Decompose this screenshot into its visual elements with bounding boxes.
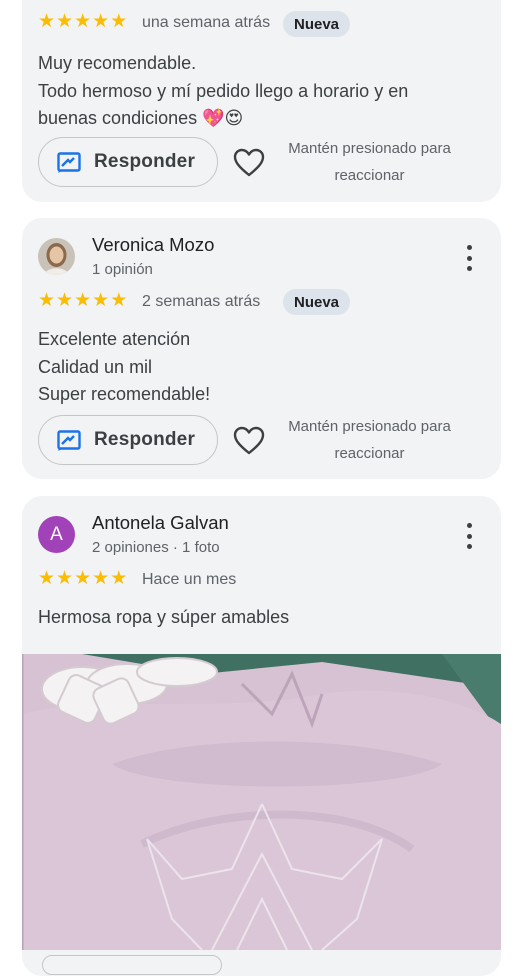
- more-dot: [466, 533, 472, 539]
- avatar[interactable]: [38, 238, 75, 275]
- more-vert-icon[interactable]: [459, 243, 479, 273]
- star-icon: ★: [74, 568, 92, 589]
- review-text: Excelente atención Calidad un mil Super …: [38, 326, 210, 409]
- review-text-line: Todo hermoso y mí pedido llego a horario…: [38, 80, 409, 101]
- reviewer-name[interactable]: Antonela Galvan: [92, 512, 229, 534]
- more-vert-icon[interactable]: [459, 521, 479, 551]
- new-badge: Nueva: [283, 11, 351, 37]
- avatar-letter: A: [50, 523, 63, 545]
- review-text-line: Muy recomendable.: [38, 53, 197, 73]
- rating-stars: ★ ★ ★ ★ ★: [38, 12, 128, 31]
- reviewer-name[interactable]: Veronica Mozo: [92, 234, 214, 256]
- reaction-hint-line: Mantén presionado para: [288, 418, 451, 435]
- star-icon: ★: [74, 11, 92, 32]
- star-icon: ★: [110, 290, 128, 311]
- heart-icon[interactable]: [233, 426, 265, 456]
- review-card-2: Veronica Mozo 1 opinión ★ ★ ★ ★ ★ 2 sema…: [22, 218, 501, 479]
- review-text: Muy recomendable. Todo hermoso y mí pedi…: [38, 50, 408, 133]
- reply-icon: [57, 430, 81, 451]
- review-date: una semana atrás: [142, 14, 271, 31]
- reaction-hint-line: reaccionar: [334, 167, 405, 184]
- review-photo[interactable]: [22, 654, 501, 950]
- star-icon: ★: [56, 11, 74, 32]
- star-icon: ★: [38, 11, 56, 32]
- more-dot: [466, 523, 472, 528]
- star-icon: ★: [92, 568, 110, 589]
- reply-button[interactable]: Responder: [38, 415, 218, 465]
- new-badge: Nueva: [283, 289, 351, 315]
- reply-label: Responder: [94, 151, 196, 172]
- more-dot: [466, 255, 472, 261]
- star-icon: ★: [56, 290, 74, 311]
- reaction-hint-line: Mantén presionado para: [288, 140, 451, 157]
- review-date: 2 semanas atrás: [142, 293, 261, 310]
- review-text-line: Hermosa ropa y súper amables: [38, 607, 290, 627]
- reply-label: Responder: [94, 429, 196, 450]
- rating-stars: ★ ★ ★ ★ ★: [38, 569, 128, 588]
- rating-stars: ★ ★ ★ ★ ★: [38, 291, 128, 310]
- review-text-line: buenas condiciones 💖😍: [38, 108, 244, 128]
- star-icon: ★: [74, 290, 92, 311]
- review-photo-image: [22, 654, 501, 950]
- review-text: Hermosa ropa y súper amables: [38, 604, 289, 632]
- reaction-hint: Mantén presionado para reaccionar: [277, 413, 462, 467]
- reviewer-meta: 1 opinión: [92, 261, 153, 278]
- star-icon: ★: [92, 290, 110, 311]
- reaction-hint-line: reaccionar: [334, 445, 405, 462]
- review-text-line: Calidad un mil: [38, 356, 153, 377]
- reviewer-meta: 2 opiniones · 1 foto: [92, 539, 220, 556]
- more-dot: [466, 266, 472, 271]
- review-text-line: Excelente atención: [38, 329, 191, 349]
- star-icon: ★: [110, 11, 128, 32]
- reply-button[interactable]: Responder: [38, 137, 218, 187]
- review-text-line: Super recomendable!: [38, 384, 211, 404]
- reply-button-partial[interactable]: [42, 955, 222, 975]
- avatar[interactable]: A: [38, 516, 75, 553]
- star-icon: ★: [38, 568, 56, 589]
- reaction-hint: Mantén presionado para reaccionar: [277, 135, 462, 189]
- star-icon: ★: [110, 568, 128, 589]
- more-dot: [466, 245, 472, 250]
- review-card-1: ★ ★ ★ ★ ★ una semana atrás Nueva Muy rec…: [22, 0, 501, 202]
- star-icon: ★: [56, 568, 74, 589]
- heart-icon[interactable]: [233, 148, 265, 178]
- star-icon: ★: [92, 11, 110, 32]
- star-icon: ★: [38, 290, 56, 311]
- review-date: Hace un mes: [142, 571, 237, 588]
- reply-icon: [57, 152, 81, 173]
- avatar-photo: [38, 238, 75, 275]
- more-dot: [466, 544, 472, 549]
